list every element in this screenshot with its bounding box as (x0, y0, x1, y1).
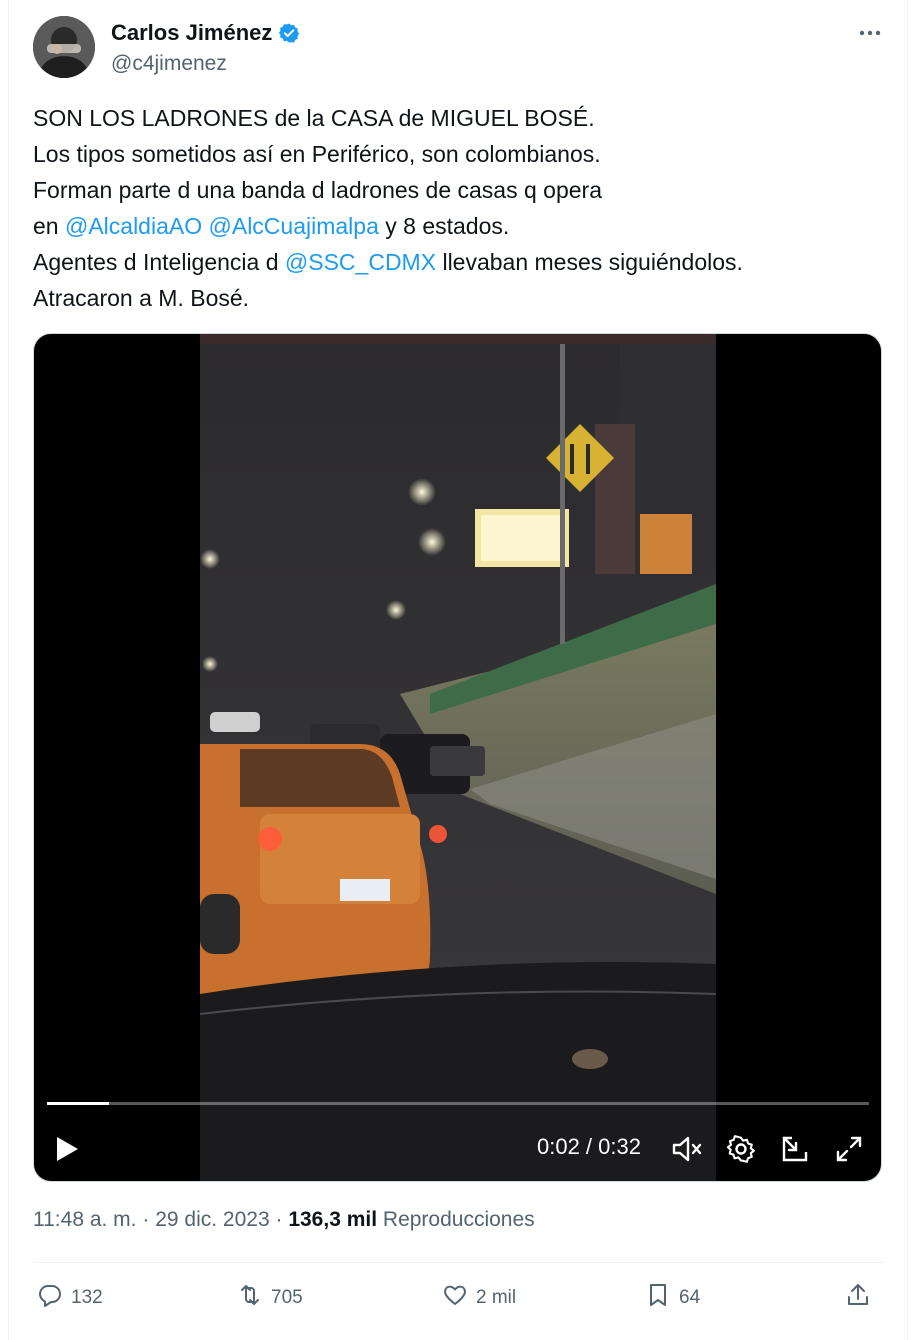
repost-icon (237, 1282, 263, 1314)
reply-count: 132 (71, 1287, 103, 1308)
tweet-date[interactable]: 29 dic. 2023 (155, 1208, 269, 1231)
fullscreen-icon[interactable] (829, 1129, 869, 1169)
verified-badge-icon (278, 22, 300, 44)
mention-link[interactable]: @AlcaldiaAO (65, 213, 202, 239)
share-button[interactable] (845, 1280, 871, 1316)
divider (33, 1262, 883, 1263)
views-count: 136,3 mil (288, 1208, 378, 1231)
author-name[interactable]: Carlos Jiménez (111, 20, 272, 46)
share-icon (845, 1282, 871, 1314)
mention-link[interactable]: @SSC_CDMX (285, 249, 436, 275)
author-name-row: Carlos Jiménez (111, 20, 300, 46)
views-label: Reproducciones (382, 1208, 535, 1231)
tweet-time[interactable]: 11:48 a. m. (33, 1208, 137, 1231)
reply-button[interactable]: 132 (37, 1280, 103, 1316)
tweet-text-segment: Forman parte d una banda d ladrones de c… (33, 177, 602, 203)
video-time: 0:02 / 0:32 (537, 1134, 641, 1159)
tweet-line: en @AlcaldiaAO @AlcCuajimalpa y 8 estado… (33, 208, 893, 244)
video-progress-bar[interactable] (47, 1102, 869, 1105)
author-handle[interactable]: @c4jimenez (111, 52, 227, 76)
like-count: 2 mil (476, 1287, 517, 1308)
tweet-line: Agentes d Inteligencia d @SSC_CDMX lleva… (33, 244, 893, 280)
repost-count: 705 (271, 1287, 303, 1308)
avatar[interactable] (33, 16, 95, 78)
meta-separator: · (142, 1208, 150, 1231)
play-icon[interactable] (52, 1129, 82, 1169)
more-icon[interactable] (857, 20, 883, 46)
tweet-meta: 11:48 a. m. · 29 dic. 2023 · 136,3 mil R… (33, 1208, 535, 1232)
picture-in-picture-icon[interactable] (775, 1129, 815, 1169)
video-player[interactable]: 0:02 / 0:32 (33, 333, 882, 1182)
tweet-text-segment: en (33, 213, 65, 239)
meta-separator-2: · (275, 1208, 283, 1231)
video-progress-fill (47, 1102, 110, 1105)
tweet-text-segment: Los tipos sometidos así en Periférico, s… (33, 141, 601, 167)
mute-icon[interactable] (667, 1129, 707, 1169)
tweet-text-segment: Atracaron a M. Bosé. (33, 285, 250, 311)
bookmark-button[interactable]: 64 (645, 1280, 700, 1316)
tweet-line: SON LOS LADRONES de la CASA de MIGUEL BO… (33, 100, 893, 136)
tweet-card: Carlos Jiménez @c4jimenez SON LOS LADRON… (8, 0, 908, 1340)
tweet-text: SON LOS LADRONES de la CASA de MIGUEL BO… (33, 100, 893, 316)
mention-link[interactable]: @AlcCuajimalpa (209, 213, 379, 239)
tweet-line: Forman parte d una banda d ladrones de c… (33, 172, 893, 208)
settings-icon[interactable] (721, 1129, 761, 1169)
like-icon (442, 1282, 468, 1314)
tweet-text-segment: llevaban meses siguiéndolos. (436, 249, 743, 275)
tweet-text-segment: y 8 estados. (378, 213, 510, 239)
tweet-line: Los tipos sometidos así en Periférico, s… (33, 136, 893, 172)
bookmark-icon (645, 1282, 671, 1314)
tweet-text-segment: Agentes d Inteligencia d (33, 249, 285, 275)
repost-button[interactable]: 705 (237, 1280, 303, 1316)
bookmark-count: 64 (679, 1287, 701, 1308)
like-button[interactable]: 2 mil (442, 1280, 516, 1316)
tweet-text-segment: SON LOS LADRONES de la CASA de MIGUEL BO… (33, 105, 595, 131)
reply-icon (37, 1282, 63, 1314)
video-frame[interactable] (200, 334, 716, 1181)
tweet-line: Atracaron a M. Bosé. (33, 280, 893, 316)
